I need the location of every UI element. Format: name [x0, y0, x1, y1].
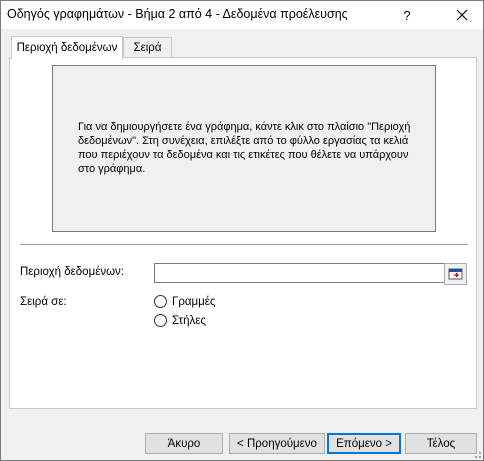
resize-grip-icon[interactable] — [470, 447, 482, 459]
back-button[interactable]: < Προηγούμενο — [229, 433, 325, 454]
next-button[interactable]: Επόμενο > — [327, 433, 401, 454]
divider — [20, 244, 468, 245]
chart-preview-area: Για να δημιουργήσετε ένα γράφημα, κάντε … — [52, 65, 436, 232]
collapse-dialog-button[interactable] — [444, 263, 467, 285]
cancel-button[interactable]: Άκυρο — [145, 433, 223, 454]
tab-panel: Για να δημιουργήσετε ένα γράφημα, κάντε … — [9, 57, 477, 409]
radio-columns-label: Στήλες — [172, 314, 206, 327]
chart-wizard-dialog: Οδηγός γραφημάτων - Βήμα 2 από 4 - Δεδομ… — [0, 0, 484, 461]
data-range-input[interactable] — [154, 263, 446, 283]
data-range-label: Περιοχή δεδομένων: — [20, 266, 124, 278]
close-icon — [456, 9, 468, 21]
close-button[interactable] — [441, 1, 483, 29]
preview-message: Για να δημιουργήσετε ένα γράφημα, κάντε … — [78, 121, 411, 175]
radio-circle-icon[interactable] — [154, 314, 167, 327]
tab-data-range[interactable]: Περιοχή δεδομένων — [11, 36, 123, 60]
radio-circle-icon[interactable] — [154, 295, 167, 308]
finish-button[interactable]: Τέλος — [405, 433, 477, 454]
radio-columns[interactable]: Στήλες — [154, 314, 206, 327]
data-range-label-text: Περιοχή δεδομένων: — [20, 266, 124, 278]
radio-rows[interactable]: Γραμμές — [154, 295, 215, 308]
help-button[interactable]: ? — [387, 1, 427, 29]
radio-rows-label: Γραμμές — [172, 295, 216, 308]
tab-series[interactable]: Σειρά — [123, 37, 172, 59]
range-select-icon — [448, 268, 463, 280]
title-bar: Οδηγός γραφημάτων - Βήμα 2 από 4 - Δεδομ… — [1, 1, 483, 29]
window-title: Οδηγός γραφημάτων - Βήμα 2 από 4 - Δεδομ… — [7, 7, 348, 21]
series-in-label: Σειρά σε: — [20, 296, 67, 308]
